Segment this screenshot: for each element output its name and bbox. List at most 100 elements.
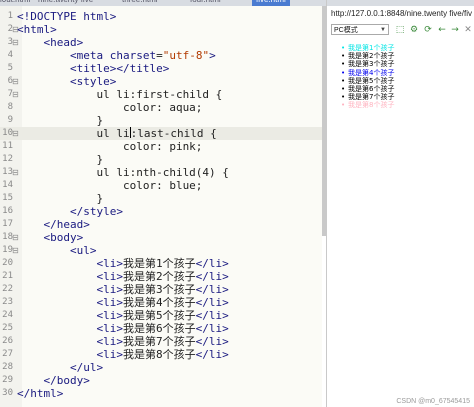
code-token: </li> [195,348,229,361]
code-token: <li> [96,348,123,361]
screenshot-icon[interactable]: ⬚ [395,25,405,35]
preview-list-item: 我是第1个孩子 [341,44,394,52]
back-icon[interactable]: ← [437,25,447,35]
device-mode-label: PC模式 [334,27,358,34]
code-token: <ul> [69,244,97,257]
code-token: <style> [69,75,117,88]
code-token: <body> [43,231,84,244]
forward-icon[interactable]: → [450,25,460,35]
code-token: <li> [96,335,123,348]
code-text: } [17,114,103,127]
code-text: } [17,192,103,205]
code-text: ul li:last-child { [17,127,217,140]
code-token: <li> [96,283,123,296]
code-text: <li>我是第6个孩子</li> [17,322,229,335]
line-number: 25 [2,323,13,333]
code-text: color: pink; [17,140,202,153]
code-token: </li> [195,296,229,309]
code-text: <li>我是第3个孩子</li> [17,283,229,296]
preview-toolbar: PC模式 ▼ ⬚ ⚙ ⟳ ← → ✕ [327,22,474,38]
line-number: 9 [7,115,13,125]
code-text: <li>我是第7个孩子</li> [17,335,228,348]
code-token: color: blue; [17,179,203,192]
refresh-icon[interactable]: ⟳ [423,25,433,35]
line-number: 30 [2,388,13,398]
line-number: 8 [7,102,13,112]
code-token: </li> [195,270,229,283]
code-token: ul li [17,127,130,140]
code-token: </html> [17,387,64,400]
code-token: <li> [96,322,123,335]
device-mode-select[interactable]: PC模式 ▼ [331,24,389,35]
code-text: <title></title> [17,62,169,75]
code-text: <li>我是第2个孩子</li> [17,270,229,283]
code-text: </html> [17,387,63,400]
code-token: <head> [43,36,84,49]
preview-list: 我是第1个孩子我是第2个孩子我是第3个孩子我是第4个孩子我是第5个孩子我是第6个… [341,44,394,110]
code-text: <meta charset="utf-8"> [17,49,216,62]
code-token: 我是第4个孩子 [122,296,196,309]
code-line[interactable]: 10 ⊟ ul li:last-child { [0,127,322,140]
code-token: 我是第3个孩子 [122,283,196,296]
code-token: <li> [96,309,123,322]
code-token: 我是第1个孩子 [122,257,196,270]
settings-icon[interactable]: ⚙ [409,25,419,35]
code-text: <li>我是第8个孩子</li> [17,348,229,361]
code-token: <meta [69,49,110,62]
code-token: </body> [43,374,90,387]
code-token: } [17,114,104,127]
line-number: 11 [2,141,13,151]
code-token: color: pink; [17,140,203,153]
code-token: color: aqua; [17,101,203,114]
code-text: </style> [17,205,123,218]
code-text: <html> [17,23,57,36]
code-text: </body> [17,374,90,387]
code-token: </li> [195,283,229,296]
code-token: > [209,49,216,62]
code-token: } [17,153,104,166]
line-number: 15 [2,193,13,203]
preview-list-item: 我是第3个孩子 [341,60,394,68]
code-token: </li> [195,322,229,335]
code-text: <head> [17,36,84,49]
line-number: 1 [7,11,13,21]
chevron-down-icon: ▼ [380,27,386,33]
code-token: } [17,192,104,205]
line-number: 24 [2,310,13,320]
code-token: :last-child { [130,127,217,140]
code-text: <li>我是第5个孩子</li> [17,309,228,322]
line-number: 20 [2,258,13,268]
code-editor[interactable]: 1 <!DOCTYPE html> 2 ⊟ <html> 3 ⊟ <head> 4 <meta… [0,6,322,407]
code-token: <li> [96,270,123,283]
code-text: <body> [17,231,84,244]
code-token: ul li:first-child { [17,88,223,101]
code-text: </head> [17,218,90,231]
code-text: color: aqua; [17,101,202,114]
code-token: </style> [69,205,123,218]
line-number: 17 [2,219,13,229]
line-number: 27 [2,349,13,359]
code-text: <ul> [17,244,97,257]
code-token: charset [109,49,157,62]
code-token: </ul> [69,361,104,374]
line-number: 28 [2,362,13,372]
code-token: <html> [17,23,57,36]
code-token: </head> [43,218,90,231]
line-number: 26 [2,336,13,346]
watermark: CSDN @m0_67545415 [396,398,470,405]
close-icon[interactable]: ✕ [463,25,473,35]
code-text: </ul> [17,361,103,374]
address-bar[interactable]: http://127.0.0.1:8848/nine.twenty five/f… [331,8,472,20]
line-number: 16 [2,206,13,216]
